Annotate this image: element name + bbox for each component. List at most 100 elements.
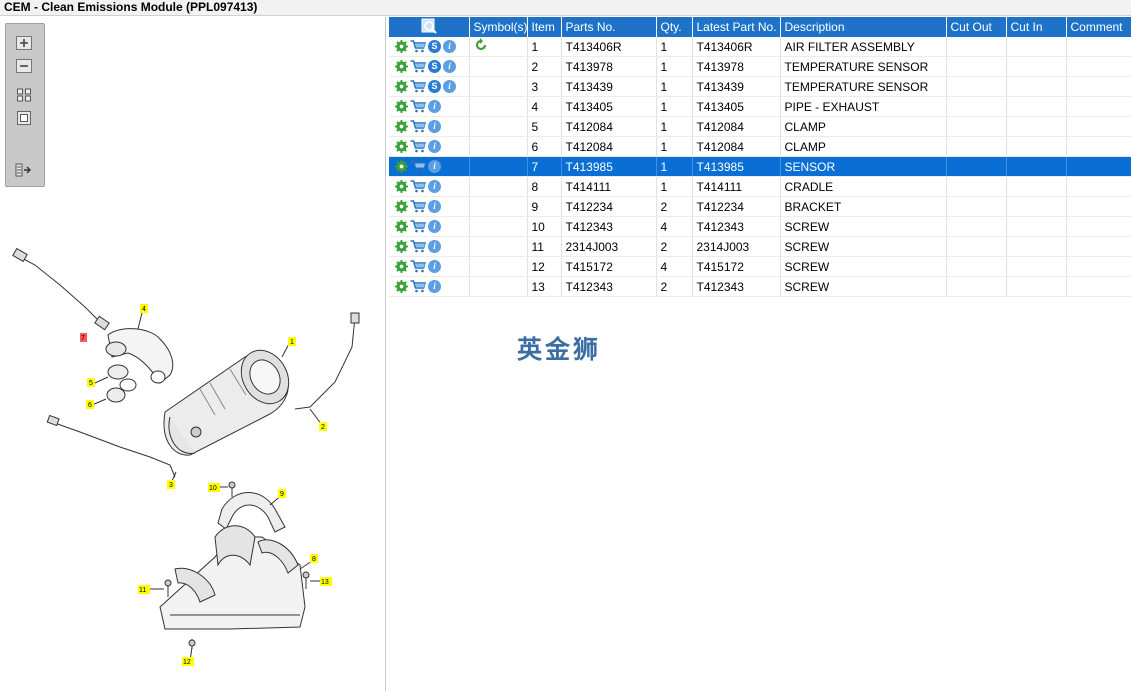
table-row[interactable]: i 4 T413405 1 T413405 PIPE - EXHAUST xyxy=(389,96,1131,117)
cut-in-cell xyxy=(1006,196,1067,217)
table-row[interactable]: i 13 T412343 2 T412343 SCREW xyxy=(389,276,1131,297)
description-cell: CLAMP xyxy=(780,136,947,157)
shopping-cart-icon[interactable] xyxy=(410,280,426,293)
zoom-in-button[interactable] xyxy=(15,35,33,51)
symbol-cell xyxy=(469,96,528,117)
details-gear-icon[interactable] xyxy=(395,80,408,93)
parts-table-body: Si 1 T413406R 1 T413406R AIR FILTER ASSEMBLY S… xyxy=(389,37,1131,297)
column-header-cut-in[interactable]: Cut In xyxy=(1006,17,1067,37)
shopping-cart-icon[interactable] xyxy=(410,180,426,193)
column-header-symbols[interactable]: Symbol(s) xyxy=(469,17,528,37)
info-icon[interactable]: i xyxy=(428,180,441,193)
shopping-cart-icon[interactable] xyxy=(410,100,426,113)
details-gear-icon[interactable] xyxy=(395,240,408,253)
table-row[interactable]: i 8 T414111 1 T414111 CRADLE xyxy=(389,176,1131,197)
details-gear-icon[interactable] xyxy=(395,200,408,213)
table-row[interactable]: i 10 T412343 4 T412343 SCREW xyxy=(389,216,1131,237)
column-header-parts-no[interactable]: Parts No. xyxy=(561,17,657,37)
zoom-out-button[interactable] xyxy=(15,58,33,74)
details-gear-icon[interactable] xyxy=(395,40,408,53)
shopping-cart-icon[interactable] xyxy=(410,40,426,53)
callout-13[interactable]: 13 xyxy=(321,579,329,586)
info-icon[interactable]: i xyxy=(428,220,441,233)
fit-all-button[interactable] xyxy=(15,87,33,103)
item-cell: 4 xyxy=(527,96,562,117)
symbol-cell xyxy=(469,256,528,277)
table-row[interactable]: Si 3 T413439 1 T413439 TEMPERATURE SENSOR xyxy=(389,76,1131,97)
column-header-latest-part-no[interactable]: Latest Part No. xyxy=(692,17,781,37)
details-gear-icon[interactable] xyxy=(395,280,408,293)
shopping-cart-icon[interactable] xyxy=(410,200,426,213)
details-gear-icon[interactable] xyxy=(395,260,408,273)
row-action-icons: Si xyxy=(389,56,470,77)
description-cell: SCREW xyxy=(780,256,947,277)
table-row[interactable]: i 6 T412084 1 T412084 CLAMP xyxy=(389,136,1131,157)
callout-3[interactable]: 3 xyxy=(169,482,173,489)
description-cell: BRACKET xyxy=(780,196,947,217)
info-icon[interactable]: i xyxy=(443,40,456,53)
callout-9[interactable]: 9 xyxy=(280,491,284,498)
column-header-comment[interactable]: Comment xyxy=(1066,17,1131,37)
service-s-icon[interactable]: S xyxy=(428,40,441,53)
info-icon[interactable]: i xyxy=(443,60,456,73)
shopping-cart-icon[interactable] xyxy=(410,160,426,173)
info-icon[interactable]: i xyxy=(443,80,456,93)
callout-10[interactable]: 10 xyxy=(209,485,217,492)
column-header-description[interactable]: Description xyxy=(780,17,947,37)
info-icon[interactable]: i xyxy=(428,280,441,293)
column-header-qty[interactable]: Qty. xyxy=(656,17,693,37)
info-icon[interactable]: i xyxy=(428,140,441,153)
table-row[interactable]: i 5 T412084 1 T412084 CLAMP xyxy=(389,116,1131,137)
shopping-cart-icon[interactable] xyxy=(410,140,426,153)
parts-no-cell: T413439 xyxy=(561,76,657,97)
details-gear-icon[interactable] xyxy=(395,140,408,153)
toggle-pane-button[interactable] xyxy=(15,162,33,178)
table-row[interactable]: Si 2 T413978 1 T413978 TEMPERATURE SENSOR xyxy=(389,56,1131,77)
details-gear-icon[interactable] xyxy=(395,160,408,173)
shopping-cart-icon[interactable] xyxy=(410,260,426,273)
parts-table: Symbol(s) Item Parts No. Qty. Latest Par… xyxy=(389,17,1131,297)
details-gear-icon[interactable] xyxy=(395,220,408,233)
info-icon[interactable]: i xyxy=(428,200,441,213)
symbol-cell xyxy=(469,136,528,157)
exploded-parts-diagram[interactable]: 7 4 1 2 3 5 6 8 9 10 11 12 13 xyxy=(0,217,385,687)
column-header-tools[interactable] xyxy=(389,17,470,37)
info-icon[interactable]: i xyxy=(428,120,441,133)
info-icon[interactable]: i xyxy=(428,240,441,253)
column-header-item[interactable]: Item xyxy=(527,17,562,37)
latest-part-no-cell: T414111 xyxy=(692,176,781,197)
callout-4[interactable]: 4 xyxy=(142,306,146,313)
table-row[interactable]: Si 1 T413406R 1 T413406R AIR FILTER ASSEMBLY xyxy=(389,37,1131,57)
table-row[interactable]: i 11 2314J003 2 2314J003 SCREW xyxy=(389,236,1131,257)
shopping-cart-icon[interactable] xyxy=(410,80,426,93)
callout-7[interactable]: 7 xyxy=(81,335,85,342)
info-icon[interactable]: i xyxy=(428,100,441,113)
callout-12[interactable]: 12 xyxy=(183,659,191,666)
callout-5[interactable]: 5 xyxy=(89,380,93,387)
shopping-cart-icon[interactable] xyxy=(410,220,426,233)
column-header-cut-out[interactable]: Cut Out xyxy=(946,17,1007,37)
cut-in-cell xyxy=(1006,56,1067,77)
callout-1[interactable]: 1 xyxy=(290,339,294,346)
details-gear-icon[interactable] xyxy=(395,120,408,133)
shopping-cart-icon[interactable] xyxy=(410,60,426,73)
comment-cell xyxy=(1066,96,1131,117)
service-s-icon[interactable]: S xyxy=(428,60,441,73)
shopping-cart-icon[interactable] xyxy=(410,120,426,133)
table-row[interactable]: i 9 T412234 2 T412234 BRACKET xyxy=(389,196,1131,217)
details-gear-icon[interactable] xyxy=(395,60,408,73)
service-s-icon[interactable]: S xyxy=(428,80,441,93)
table-row[interactable]: i 12 T415172 4 T415172 SCREW xyxy=(389,256,1131,277)
table-row[interactable]: i 7 T413985 1 T413985 SENSOR xyxy=(389,156,1131,177)
details-gear-icon[interactable] xyxy=(395,180,408,193)
diagram-pane[interactable]: 7 4 1 2 3 5 6 8 9 10 11 12 13 xyxy=(0,17,386,691)
shopping-cart-icon[interactable] xyxy=(410,240,426,253)
details-gear-icon[interactable] xyxy=(395,100,408,113)
callout-2[interactable]: 2 xyxy=(321,424,325,431)
info-icon[interactable]: i xyxy=(428,160,441,173)
callout-11[interactable]: 11 xyxy=(139,587,146,594)
info-icon[interactable]: i xyxy=(428,260,441,273)
fit-window-button[interactable] xyxy=(15,110,33,126)
callout-8[interactable]: 8 xyxy=(312,556,316,563)
callout-6[interactable]: 6 xyxy=(88,402,92,409)
